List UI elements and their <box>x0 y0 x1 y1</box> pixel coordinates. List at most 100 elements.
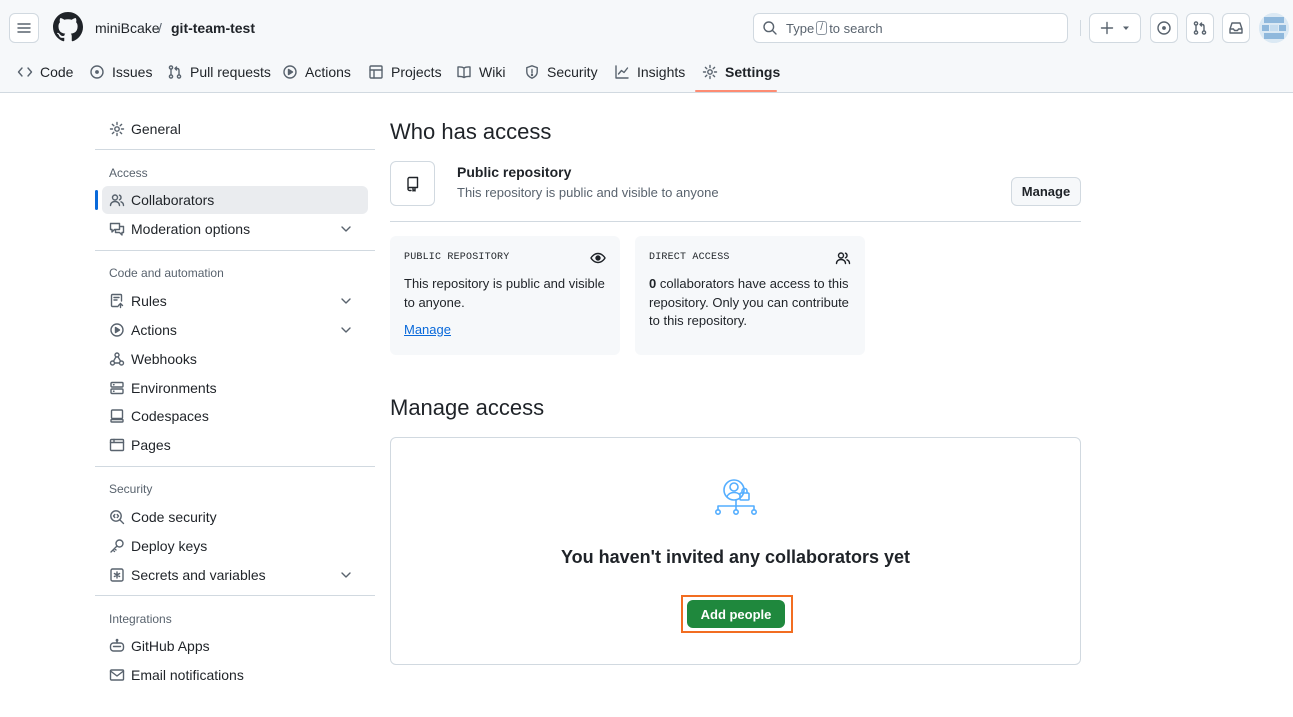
sidebar-item-webhooks[interactable]: Webhooks <box>102 345 368 373</box>
tab-projects[interactable]: Projects <box>360 56 450 88</box>
tab-insights[interactable]: Insights <box>606 56 693 88</box>
sidebar-divider <box>95 466 375 467</box>
header-divider <box>1080 20 1081 36</box>
git-pull-request-icon <box>1192 20 1208 36</box>
sidebar-item-pages[interactable]: Pages <box>102 431 368 459</box>
chevron-down-icon <box>338 293 354 309</box>
add-people-highlight: Add people <box>681 595 793 633</box>
sidebar-item-label: Code security <box>131 509 217 525</box>
avatar[interactable] <box>1259 13 1289 43</box>
repo-icon <box>405 176 421 192</box>
menu-icon <box>16 20 32 36</box>
search-suffix: to search <box>829 20 883 36</box>
plus-icon <box>1099 20 1115 36</box>
codescan-icon <box>109 509 125 525</box>
sidebar-item-label: Rules <box>131 293 167 309</box>
sidebar-heading-security: Security <box>109 482 153 496</box>
sidebar-item-deploy-keys[interactable]: Deploy keys <box>102 532 368 560</box>
breadcrumb-separator: / <box>158 20 162 36</box>
gear-icon <box>109 121 125 137</box>
sidebar-item-environments[interactable]: Environments <box>102 374 368 402</box>
sidebar-item-label: Webhooks <box>131 351 197 367</box>
manage-visibility-button[interactable]: Manage <box>1011 177 1081 206</box>
search-shortcut-key: / <box>816 21 828 35</box>
tab-label: Settings <box>725 64 781 80</box>
sidebar-item-label: Secrets and variables <box>131 567 266 583</box>
issue-opened-icon <box>1156 20 1172 36</box>
sidebar-item-codespaces[interactable]: Codespaces <box>102 402 368 430</box>
eye-icon <box>590 250 606 266</box>
card-text: This repository is public and visible to… <box>404 276 605 310</box>
breadcrumb-repo[interactable]: git-team-test <box>171 20 255 36</box>
card-label: PUBLIC REPOSITORY <box>404 252 510 263</box>
play-icon <box>109 322 125 338</box>
triangle-down-icon <box>1121 23 1131 33</box>
sidebar-item-label: Codespaces <box>131 408 209 424</box>
comment-discussion-icon <box>109 221 125 237</box>
people-icon <box>109 192 125 208</box>
sidebar-item-label: Email notifications <box>131 667 244 683</box>
sidebar-heading-code-and-automation: Code and automation <box>109 266 224 280</box>
server-icon <box>109 380 125 396</box>
sidebar-item-code-security[interactable]: Code security <box>102 503 368 531</box>
breadcrumb-owner[interactable]: miniBcake <box>95 20 160 36</box>
tab-wiki[interactable]: Wiki <box>448 56 513 88</box>
tab-label: Security <box>547 64 598 80</box>
inbox-button[interactable] <box>1222 13 1250 43</box>
sidebar-item-collaborators[interactable]: Collaborators <box>102 186 368 214</box>
tab-label: Issues <box>112 64 153 80</box>
sidebar-item-moderation-options[interactable]: Moderation options <box>102 215 368 243</box>
sidebar-item-label: Deploy keys <box>131 538 208 554</box>
tab-actions[interactable]: Actions <box>274 56 359 88</box>
empty-state-title: You haven't invited any collaborators ye… <box>560 547 911 567</box>
card-text: 0 collaborators have access to this repo… <box>649 275 854 331</box>
tab-security[interactable]: Security <box>516 56 606 88</box>
issue-opened-icon <box>89 64 105 80</box>
add-people-button[interactable]: Add people <box>687 600 785 628</box>
tab-settings[interactable]: Settings <box>694 56 788 88</box>
sidebar-item-actions[interactable]: Actions <box>102 316 368 344</box>
menu-button[interactable] <box>9 13 39 43</box>
sidebar-item-label: Pages <box>131 437 171 453</box>
active-tab-underline <box>695 90 777 92</box>
people-icon <box>835 250 851 266</box>
github-logo[interactable] <box>53 12 83 42</box>
manage-access-box: You haven't invited any collaborators ye… <box>390 437 1081 665</box>
tab-label: Pull requests <box>190 64 271 80</box>
page-title: Who has access <box>390 119 552 144</box>
tab-label: Code <box>40 64 74 80</box>
pull-requests-button[interactable] <box>1186 13 1214 43</box>
tab-code[interactable]: Code <box>9 56 81 88</box>
sidebar-item-secrets-and-variables[interactable]: Secrets and variables <box>102 561 368 589</box>
sidebar-heading-access: Access <box>109 166 148 180</box>
people-lock-icon <box>712 476 760 524</box>
manage-link[interactable]: Manage <box>404 322 451 337</box>
shield-icon <box>524 64 540 80</box>
search-input[interactable]: Type / to search <box>753 13 1068 43</box>
sidebar-item-label: Actions <box>131 322 177 338</box>
sidebar-item-general[interactable]: General <box>102 115 368 143</box>
card-label: DIRECT ACCESS <box>649 252 730 263</box>
chevron-down-icon <box>338 322 354 338</box>
public-repository-card: PUBLIC REPOSITORY This repository is pub… <box>390 236 620 355</box>
tab-pull-requests[interactable]: Pull requests <box>159 56 279 88</box>
hubot-icon <box>109 638 125 654</box>
tab-label: Wiki <box>479 64 506 80</box>
sidebar-item-github-apps[interactable]: GitHub Apps <box>102 632 368 660</box>
sidebar-item-label: Collaborators <box>131 192 215 208</box>
create-new-button[interactable] <box>1089 13 1141 43</box>
tab-issues[interactable]: Issues <box>81 56 160 88</box>
sidebar-active-indicator <box>95 190 98 210</box>
gear-icon <box>702 64 718 80</box>
issues-button[interactable] <box>1150 13 1178 43</box>
direct-access-text: collaborators have access to this reposi… <box>649 276 849 328</box>
direct-access-card: DIRECT ACCESS 0 collaborators have acces… <box>635 236 865 355</box>
tab-label: Projects <box>391 64 442 80</box>
public-repository-description: This repository is public and visible to… <box>457 185 719 200</box>
chevron-down-icon <box>338 221 354 237</box>
mail-icon <box>109 667 125 683</box>
global-header: miniBcake / git-team-test Type / to sear… <box>0 0 1293 93</box>
collaborator-count: 0 <box>649 276 657 291</box>
sidebar-item-email-notifications[interactable]: Email notifications <box>102 661 368 689</box>
sidebar-item-rules[interactable]: Rules <box>102 287 368 315</box>
